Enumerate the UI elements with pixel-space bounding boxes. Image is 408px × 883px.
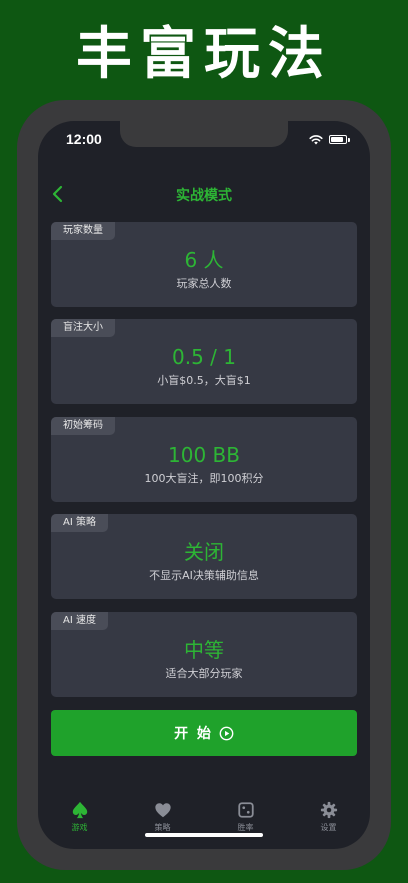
card-value: 100 BB: [168, 443, 240, 467]
card-tag: 初始筹码: [51, 417, 115, 435]
card-desc: 不显示AI决策辅助信息: [149, 569, 259, 582]
tab-game[interactable]: 游戏: [50, 801, 110, 841]
card-desc: 小盲$0.5，大盲$1: [157, 374, 251, 387]
tab-label: 游戏: [71, 823, 88, 832]
card-value: 关闭: [184, 540, 224, 564]
phone-frame: 12:00 实战模式 玩家数量 6 人 玩家总人数 盲注大小 0.5 / 1 小…: [17, 100, 391, 870]
spade-icon: [72, 801, 87, 819]
wifi-icon: [309, 135, 323, 145]
battery-cap: [348, 137, 350, 142]
battery-icon: [329, 135, 347, 144]
phone-notch: [120, 121, 288, 147]
tab-settings[interactable]: 设置: [299, 801, 359, 841]
card-tag: AI 速度: [51, 612, 108, 630]
card-value: 中等: [184, 638, 224, 662]
navbar: 实战模式: [38, 179, 370, 209]
gear-icon: [320, 801, 337, 819]
start-button-label: 开 始: [174, 726, 213, 742]
page-title: 实战模式: [176, 188, 232, 204]
start-button[interactable]: 开 始: [51, 710, 357, 756]
tab-label: 策略: [154, 823, 171, 832]
card-tag: 玩家数量: [51, 222, 115, 240]
ai-speed-card[interactable]: AI 速度 中等 适合大部分玩家: [51, 612, 357, 697]
app-screen: 12:00 实战模式 玩家数量 6 人 玩家总人数 盲注大小 0.5 / 1 小…: [38, 121, 370, 849]
home-indicator[interactable]: [145, 833, 263, 837]
starting-chips-card[interactable]: 初始筹码 100 BB 100大盲注，即100积分: [51, 417, 357, 502]
card-value: 6 人: [184, 248, 224, 272]
promo-headline: 丰富玩法: [76, 21, 332, 87]
ai-strategy-card[interactable]: AI 策略 关闭 不显示AI决策辅助信息: [51, 514, 357, 599]
card-desc: 适合大部分玩家: [165, 667, 243, 680]
card-tag: 盲注大小: [51, 319, 115, 337]
player-count-card[interactable]: 玩家数量 6 人 玩家总人数: [51, 222, 357, 307]
tab-label: 设置: [320, 823, 337, 832]
card-tag: AI 策略: [51, 514, 108, 532]
play-circle-icon: [219, 726, 234, 740]
card-desc: 100大盲注，即100积分: [144, 472, 264, 485]
status-icons: [309, 134, 350, 145]
blinds-card[interactable]: 盲注大小 0.5 / 1 小盲$0.5，大盲$1: [51, 319, 357, 404]
card-desc: 玩家总人数: [176, 277, 232, 290]
dice-icon: [237, 802, 254, 818]
card-value: 0.5 / 1: [172, 345, 236, 369]
tab-label: 胜率: [237, 823, 254, 832]
status-time: 12:00: [66, 131, 102, 147]
heart-icon: [154, 803, 171, 818]
